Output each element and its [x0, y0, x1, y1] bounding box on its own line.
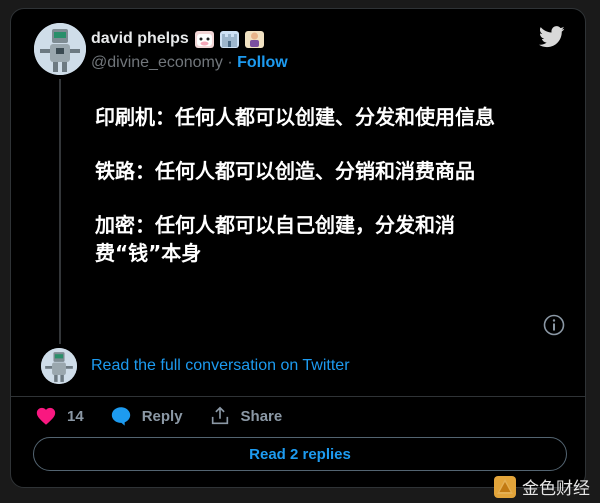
read-full-conversation-link[interactable]: Read the full conversation on Twitter	[91, 357, 350, 375]
tweet-paragraph-3: 加密：任何人都可以自己创建，分发和消费“钱”本身	[95, 213, 455, 265]
like-count: 14	[67, 407, 84, 425]
tweet-paragraph-2: 铁路：任何人都可以创造、分销和消费商品	[95, 159, 475, 183]
action-bar: 14 Reply Share	[35, 405, 308, 427]
like-button[interactable]: 14	[35, 405, 84, 427]
read-replies-label: Read 2 replies	[249, 445, 351, 463]
person-emoji-icon	[244, 30, 264, 48]
thread-line	[59, 79, 61, 344]
read-replies-button[interactable]: Read 2 replies	[33, 437, 567, 471]
heart-icon	[36, 407, 56, 425]
watermark-logo-icon	[494, 475, 516, 498]
watermark: 金色财经	[494, 474, 590, 499]
follow-button[interactable]: Follow	[237, 54, 288, 71]
share-icon	[211, 406, 228, 425]
reply-button[interactable]: Reply	[110, 405, 183, 427]
tweet-text: 印刷机：任何人都可以创建、分发和使用信息 铁路：任何人都可以创造、分销和消费商品…	[95, 103, 535, 293]
conversation-avatar[interactable]	[41, 348, 77, 384]
divider	[11, 396, 585, 397]
reply-label: Reply	[141, 407, 183, 425]
reply-bubble-icon	[111, 407, 130, 426]
twitter-logo-icon[interactable]	[539, 26, 565, 48]
share-button[interactable]: Share	[209, 405, 283, 427]
author-avatar[interactable]	[34, 23, 86, 75]
author-handle[interactable]: @divine_economy	[91, 54, 223, 71]
author-name-row[interactable]: david phelps	[91, 30, 264, 48]
author-name[interactable]: david phelps	[91, 30, 189, 48]
tweet-paragraph-1: 印刷机：任何人都可以创建、分发和使用信息	[95, 105, 495, 129]
castle-emoji-icon	[219, 30, 239, 48]
share-label: Share	[240, 407, 283, 425]
cow-emoji-icon	[194, 30, 214, 48]
author-handle-row: @divine_economy · Follow	[91, 54, 288, 72]
separator-dot: ·	[222, 54, 238, 71]
tweet-card: david phelps @divine_economy · Follow 印刷…	[10, 8, 586, 488]
watermark-text: 金色财经	[522, 479, 590, 499]
info-icon[interactable]	[543, 314, 565, 336]
